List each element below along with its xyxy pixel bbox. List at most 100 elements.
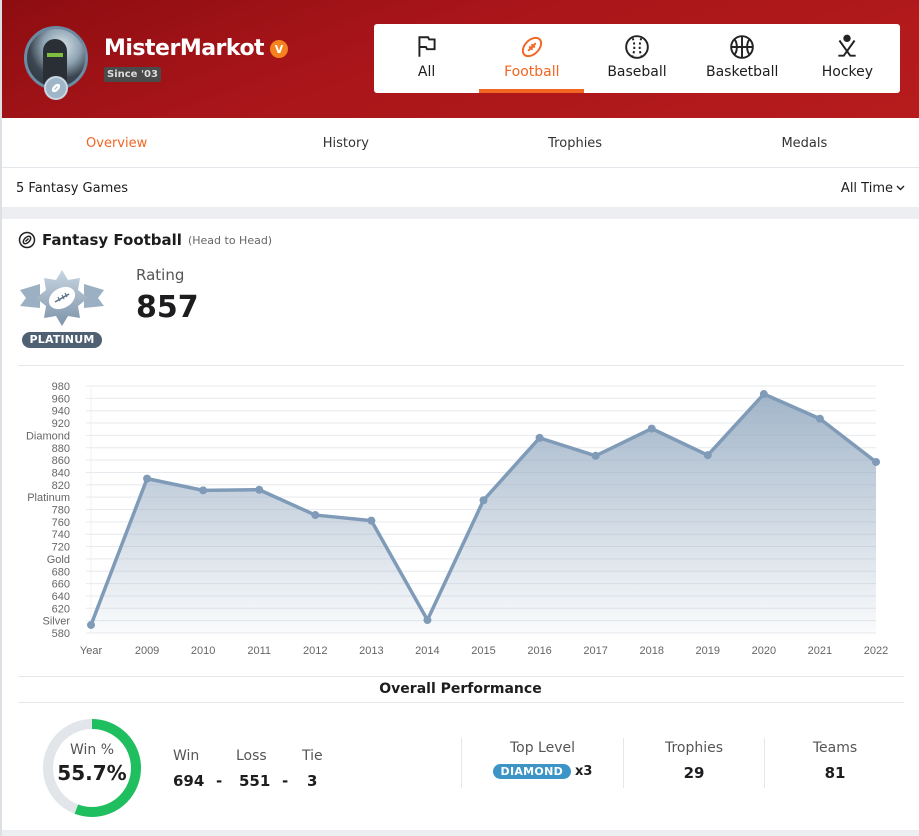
x-tick-label: 2011 (247, 645, 271, 657)
tab-basketball[interactable]: Basketball (690, 24, 795, 93)
tab-label: Basketball (705, 64, 779, 80)
divider (18, 702, 904, 703)
rating-value: 857 (136, 290, 199, 325)
rating-area (91, 394, 876, 633)
data-point (255, 485, 264, 494)
tab-label: Baseball (607, 64, 667, 80)
avatar[interactable] (24, 26, 88, 100)
tab-all[interactable]: All (374, 24, 479, 93)
y-tick-label: 940 (52, 406, 70, 418)
win-pct-value: 55.7% (57, 761, 127, 785)
tab-football[interactable]: Football (479, 24, 585, 93)
trophies-label: Trophies (664, 740, 724, 756)
tab-hockey[interactable]: Hockey (795, 24, 900, 93)
vip-badge-icon: V (270, 40, 288, 58)
data-point (872, 457, 880, 466)
time-filter-dropdown[interactable]: All Time (841, 181, 905, 196)
y-tick-label: 680 (52, 566, 70, 578)
subnav-trophies[interactable]: Trophies (461, 118, 690, 167)
y-tick-label: 640 (52, 591, 70, 603)
games-count: 5 Fantasy Games (16, 180, 129, 196)
tie-label: Tie (302, 748, 323, 764)
ties-value: 3 (307, 772, 318, 790)
teams-value: 81 (824, 764, 846, 782)
win-percentage: Win % 55.7% (42, 742, 142, 785)
performance-title: Overall Performance (379, 681, 542, 697)
win-pct-label: Win % (69, 742, 115, 758)
hockey-icon (838, 34, 857, 57)
chevron-down-icon (896, 185, 905, 191)
trophies-value: 29 (683, 764, 705, 782)
rating-history-chart: 980 960 940 920 Diamond 880 860 840 820 Platinum 7… (18, 370, 904, 670)
x-tick-label: 2021 (808, 645, 832, 657)
tab-label: Hockey (821, 64, 874, 80)
profile-header: MisterMarkot V Since '03 All Football Ba… (2, 0, 919, 118)
y-tick-label: 780 (52, 505, 70, 517)
data-point (143, 474, 152, 483)
diamond-badge: DIAMOND (492, 764, 572, 779)
teams-stat: Teams 81 (764, 738, 905, 788)
wins-value: 694 (173, 772, 205, 790)
y-tick-label: Gold (47, 554, 70, 566)
data-point (87, 620, 95, 629)
y-tick-label: 580 (52, 628, 70, 640)
y-tick-label: 860 (52, 455, 70, 467)
trophies-stat: Trophies 29 (623, 738, 764, 788)
divider (18, 365, 904, 366)
tab-label: Football (504, 64, 560, 80)
bottom-separator (2, 830, 919, 836)
x-tick-label: 2020 (752, 645, 776, 657)
win-label: Win (173, 748, 200, 764)
section-title: Fantasy Football (42, 231, 182, 249)
y-tick-label: 840 (52, 467, 70, 479)
y-tick-label: 760 (52, 517, 70, 529)
baseball-icon (625, 35, 649, 59)
y-tick-label: 820 (52, 480, 70, 492)
data-point (647, 424, 656, 433)
y-tick-label: 720 (52, 542, 70, 554)
games-bar: 5 Fantasy Games All Time (2, 169, 919, 207)
data-point (815, 414, 824, 423)
tab-baseball[interactable]: Baseball (584, 24, 689, 93)
x-tick-label: 2012 (303, 645, 327, 657)
separator: - (216, 772, 223, 790)
subnav-overview[interactable]: Overview (2, 118, 231, 167)
y-tick-label: Diamond (26, 430, 70, 442)
football-icon (521, 36, 542, 58)
data-point (759, 390, 768, 399)
username: MisterMarkot (104, 36, 265, 61)
data-point (367, 516, 376, 525)
rating-chart-svg: 980960940920Diamond880860840820Platinum7… (26, 381, 888, 657)
y-tick-label: 960 (52, 393, 70, 405)
football-badge-icon (44, 76, 68, 100)
data-point (591, 451, 600, 460)
top-level-count: x3 (575, 764, 593, 779)
data-point (423, 616, 432, 625)
data-point (703, 451, 712, 460)
x-tick-label: 2009 (135, 645, 159, 657)
y-tick-label: 740 (52, 529, 70, 541)
subnav-history[interactable]: History (231, 118, 460, 167)
top-level-stat: Top Level DIAMOND x3 (461, 738, 623, 788)
subnav-medals[interactable]: Medals (690, 118, 919, 167)
profile-subnav: Overview History Trophies Medals (2, 118, 919, 168)
x-tick-label: 2016 (527, 645, 551, 657)
tab-label: All (417, 64, 436, 80)
flag-icon (418, 36, 436, 57)
football-icon (18, 231, 36, 249)
y-tick-label: Silver (42, 616, 70, 628)
section-subtitle: (Head to Head) (187, 233, 273, 247)
data-point (199, 486, 208, 495)
data-point (535, 433, 544, 442)
profile-page: MisterMarkot V Since '03 All Football Ba… (0, 0, 919, 836)
x-tick-label: 2015 (471, 645, 495, 657)
tier-label: PLATINUM (22, 332, 102, 348)
y-tick-label: Platinum (27, 492, 70, 504)
y-tick-label: 920 (52, 418, 70, 430)
x-tick-label: 2010 (191, 645, 215, 657)
x-tick-label: 2013 (359, 645, 383, 657)
basketball-icon (730, 35, 755, 59)
loss-label: Loss (236, 748, 267, 764)
tier-badge: PLATINUM (18, 268, 106, 348)
y-tick-label: 660 (52, 579, 70, 591)
